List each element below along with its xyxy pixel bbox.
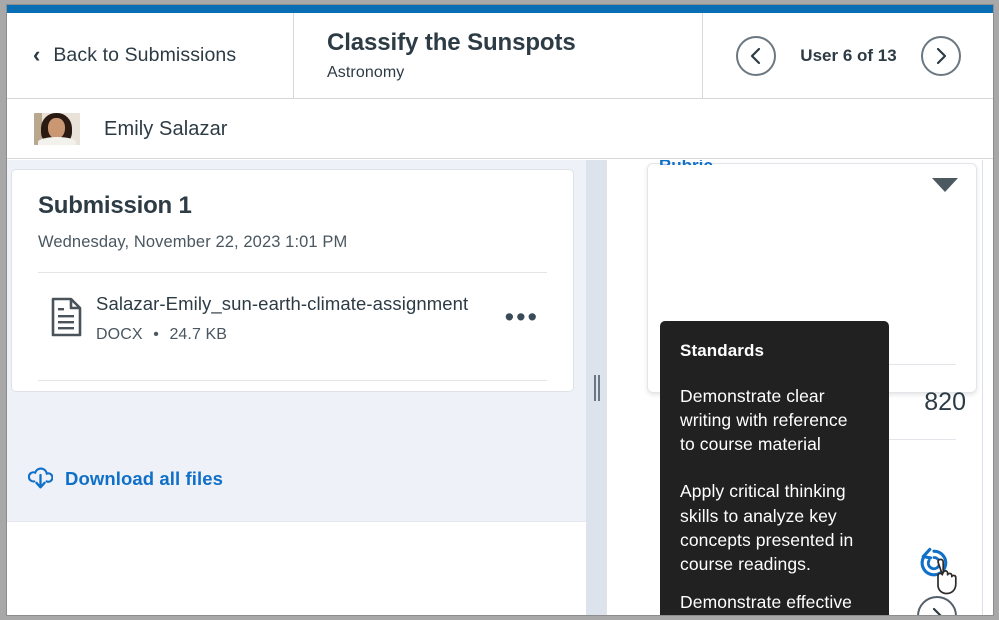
user-counter-label: User 6 of 13 bbox=[800, 45, 897, 65]
file-name-link[interactable]: Salazar-Emily_sun-earth-climate-assignme… bbox=[96, 291, 495, 316]
file-row: Salazar-Emily_sun-earth-climate-assignme… bbox=[38, 273, 547, 360]
app-accent-bar bbox=[6, 4, 994, 13]
speedgrader-window: ‹ Back to Submissions Classify the Sunsp… bbox=[6, 4, 994, 616]
pane-splitter[interactable] bbox=[586, 160, 606, 616]
assignment-title: Classify the Sunspots bbox=[327, 29, 576, 57]
caret-down-icon[interactable] bbox=[932, 178, 958, 192]
document-file-icon bbox=[38, 291, 96, 342]
download-all-files-button[interactable]: Download all files bbox=[28, 467, 223, 490]
back-to-submissions-button[interactable]: ‹ Back to Submissions bbox=[6, 13, 294, 98]
student-bar: Emily Salazar bbox=[6, 100, 994, 159]
chevron-right-circle-icon bbox=[936, 47, 946, 64]
divider-bottom bbox=[38, 380, 547, 382]
submission-pane-empty-area bbox=[6, 521, 586, 616]
submission-pane: Submission 1 Wednesday, November 22, 202… bbox=[6, 160, 586, 616]
download-strip: Download all files bbox=[6, 436, 586, 521]
file-type: DOCX bbox=[96, 326, 143, 344]
submission-date: Wednesday, November 22, 2023 1:01 PM bbox=[38, 233, 348, 251]
previous-student-button[interactable] bbox=[736, 35, 777, 76]
file-meta: Salazar-Emily_sun-earth-climate-assignme… bbox=[96, 291, 505, 344]
back-to-submissions-label: Back to Submissions bbox=[53, 44, 237, 66]
tooltip-paragraph-3: Demonstrate effective communication thro… bbox=[680, 591, 852, 612]
chevron-left-circle-icon bbox=[751, 47, 761, 64]
grading-pane-divider bbox=[982, 160, 983, 616]
points-value: 820 bbox=[924, 388, 966, 416]
reset-button[interactable] bbox=[917, 546, 951, 585]
file-size: 24.7 KB bbox=[169, 326, 228, 344]
chevron-left-icon: ‹ bbox=[33, 41, 41, 67]
assignment-info: Classify the Sunspots Astronomy bbox=[294, 13, 703, 98]
file-options-menu-button[interactable]: ••• bbox=[505, 291, 539, 331]
next-student-button-bottom[interactable] bbox=[917, 596, 957, 616]
submission-card: Submission 1 Wednesday, November 22, 202… bbox=[11, 169, 574, 393]
body-area: Submission 1 Wednesday, November 22, 202… bbox=[6, 160, 994, 616]
submission-title: Submission 1 bbox=[38, 192, 192, 219]
student-navigation: User 6 of 13 bbox=[703, 13, 994, 98]
avatar bbox=[34, 113, 80, 145]
tooltip-heading: Standards bbox=[680, 341, 765, 360]
reset-rotate-icon bbox=[920, 547, 948, 577]
course-name: Astronomy bbox=[327, 63, 405, 81]
app-header: ‹ Back to Submissions Classify the Sunsp… bbox=[6, 13, 994, 99]
next-student-button[interactable] bbox=[920, 35, 961, 76]
drag-handle-icon bbox=[593, 375, 600, 401]
student-name: Emily Salazar bbox=[104, 117, 228, 140]
standards-tooltip: Standards Demonstrate clear writing with… bbox=[660, 321, 889, 616]
chevron-right-circle-icon bbox=[932, 607, 943, 616]
download-all-files-label: Download all files bbox=[65, 467, 224, 489]
rubric-link[interactable]: Rubric bbox=[659, 160, 713, 165]
file-separator: • bbox=[153, 326, 159, 344]
cloud-download-icon bbox=[28, 467, 53, 489]
tooltip-paragraph-1: Demonstrate clear writing with reference… bbox=[680, 386, 848, 455]
file-details: DOCX • 24.7 KB bbox=[96, 326, 495, 344]
tooltip-paragraph-2: Apply critical thinking skills to analyz… bbox=[680, 481, 854, 574]
